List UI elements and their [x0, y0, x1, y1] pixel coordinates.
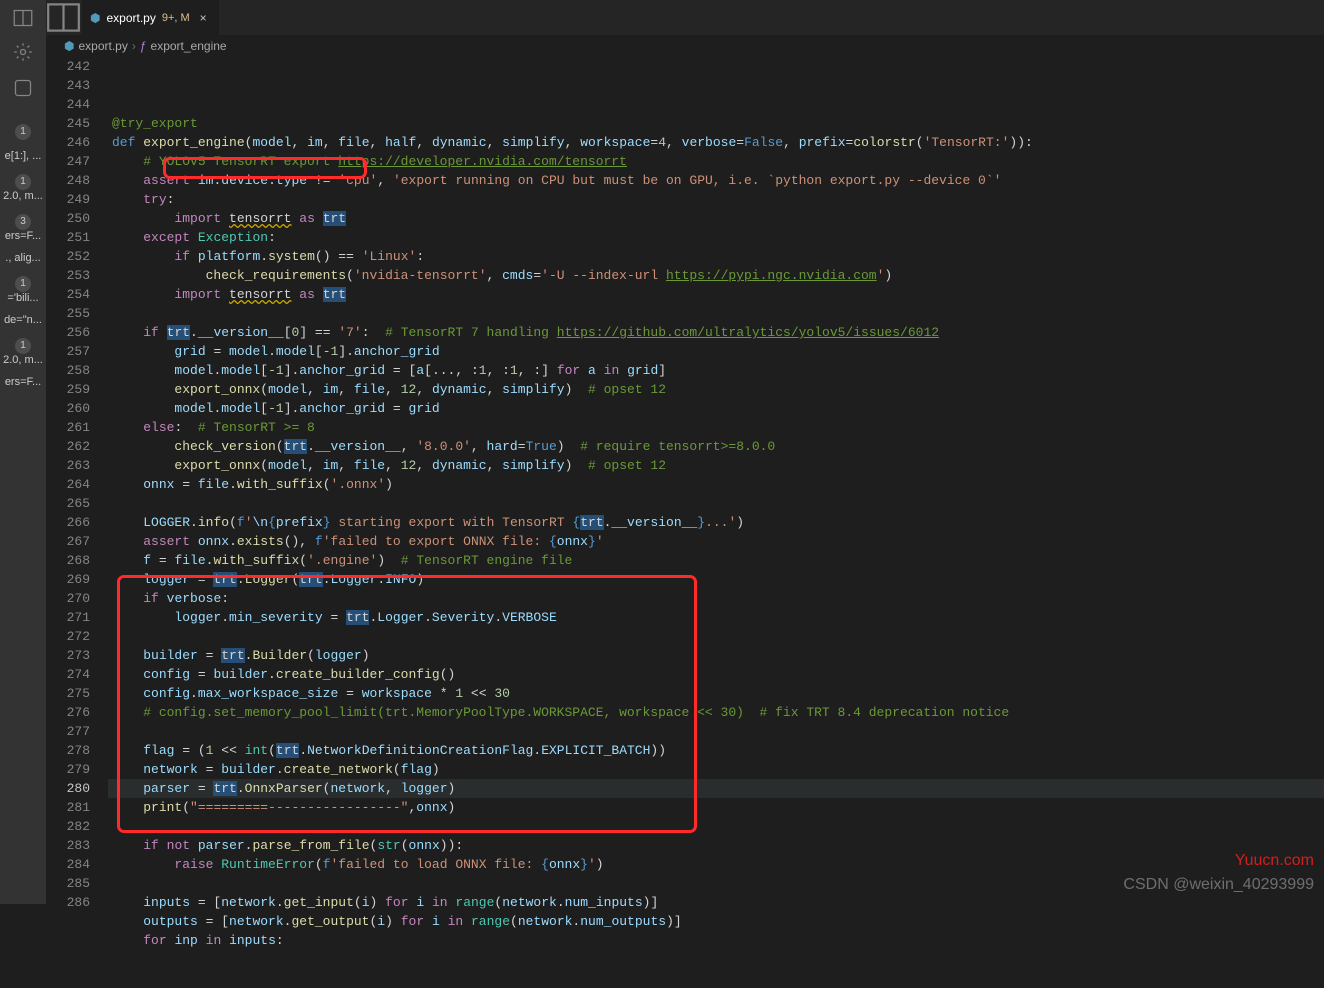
activity-badge[interactable]: 3ers=F... [0, 210, 46, 244]
activity-badge[interactable]: 12.0, m... [0, 334, 46, 368]
activity-badge[interactable]: de="n... [0, 312, 46, 328]
code-area[interactable]: @try_exportdef export_engine(model, im, … [108, 57, 1324, 904]
breadcrumb-file[interactable]: export.py [78, 39, 127, 53]
split-editor-icon[interactable] [6, 8, 41, 28]
settings-gear-icon[interactable] [11, 40, 35, 64]
close-icon[interactable]: × [196, 11, 211, 25]
python-icon: ⬢ [64, 39, 74, 53]
breadcrumb[interactable]: ⬢ export.py › ƒ export_engine [46, 35, 1324, 57]
chevron-right-icon: › [132, 39, 136, 53]
breadcrumb-symbol[interactable]: export_engine [151, 39, 227, 53]
tab-git-status: 9+, M [162, 12, 190, 24]
function-icon: ƒ [140, 39, 147, 53]
activity-badge[interactable]: 1='bili... [0, 272, 46, 306]
split-layout-icon[interactable] [46, 0, 81, 35]
activity-badge[interactable]: ers=F... [0, 374, 46, 390]
editor-tabs: ⬢ export.py 9+, M × [46, 0, 1324, 35]
tab-filename: export.py [106, 11, 155, 25]
activity-badges: 1 e[1:], ... 12.0, m... 3ers=F... ., alig...… [0, 120, 46, 390]
python-icon: ⬢ [90, 11, 100, 25]
line-gutter: 2422432442452462472482492502512522532542… [46, 57, 108, 904]
activity-badge[interactable]: e[1:], ... [0, 148, 46, 164]
activity-badge[interactable]: 12.0, m... [0, 170, 46, 204]
activity-misc-icon[interactable] [11, 76, 35, 100]
activity-badge[interactable]: ., alig... [0, 250, 46, 266]
activity-badge[interactable]: 1 [0, 120, 46, 142]
editor[interactable]: 2422432442452462472482492502512522532542… [46, 57, 1324, 904]
tab-export-py[interactable]: ⬢ export.py 9+, M × [81, 0, 219, 35]
